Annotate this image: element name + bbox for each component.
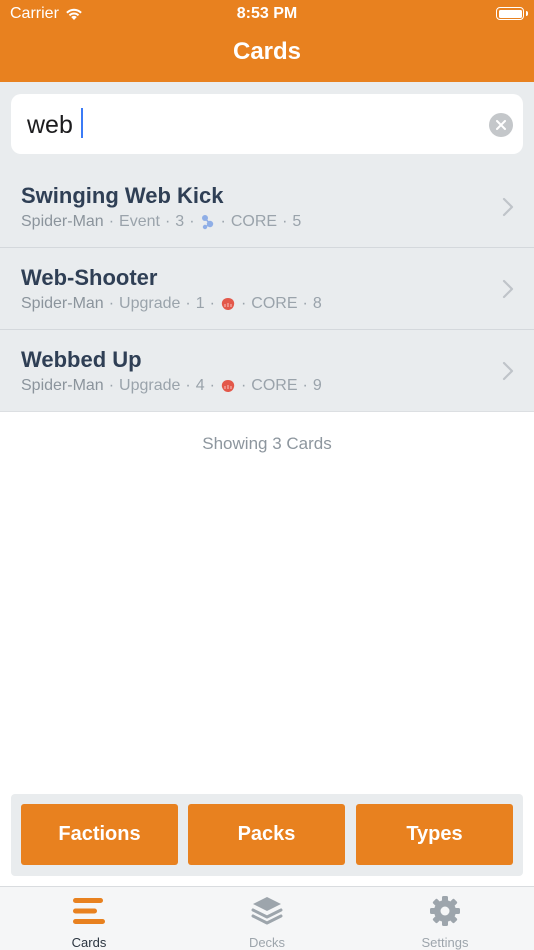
types-button[interactable]: Types [356,804,513,865]
page-title: Cards [232,38,302,65]
card-pack: CORE [251,377,298,394]
battery-icon [496,7,528,20]
card-pack: CORE [230,213,278,230]
factions-button[interactable]: Factions [21,804,178,865]
card-number: 9 [312,377,322,394]
card-row[interactable]: Webbed Up Spider-Man · Upgrade · 4 · · C… [0,330,534,412]
status-time: 8:53 PM [236,5,298,22]
card-cost: 4 [195,377,205,394]
cards-icon [71,895,107,927]
energy-icon [200,214,216,230]
tab-cards-label: Cards [71,935,107,950]
tab-cards[interactable]: Cards [0,887,178,950]
filter-bar: Factions Packs Types [11,794,523,876]
status-bar: Carrier 8:53 PM [0,0,534,28]
card-details: Spider-Man · Upgrade · 4 · · CORE · 9 [21,377,322,394]
tab-decks[interactable]: Decks [178,887,356,950]
tab-settings[interactable]: Settings [356,887,534,950]
card-row[interactable]: Web-Shooter Spider-Man · Upgrade · 1 · ·… [0,248,534,330]
text-cursor [81,108,83,138]
card-number: 5 [292,213,302,230]
tab-decks-label: Decks [248,935,286,950]
tab-bar: Cards Decks Settings [0,886,534,950]
card-pack: CORE [251,295,298,312]
card-hero: Spider-Man [21,213,104,230]
search-bar-container: web [0,82,534,166]
card-title: Webbed Up [21,347,142,372]
decks-icon [249,895,285,927]
card-number: 8 [312,295,322,312]
chevron-right-icon [502,361,514,381]
physical-icon [220,296,236,312]
results-count: Showing 3 Cards [202,434,332,453]
card-row[interactable]: Swinging Web Kick Spider-Man · Event · 3… [0,166,534,248]
physical-icon [220,378,236,394]
card-list: Swinging Web Kick Spider-Man · Event · 3… [0,166,534,412]
card-type: Event [119,213,160,230]
packs-button[interactable]: Packs [188,804,345,865]
card-details: Spider-Man · Event · 3 · · CORE · 5 [21,213,302,230]
card-title: Web-Shooter [21,265,158,290]
card-cost: 1 [195,295,205,312]
card-title: Swinging Web Kick [21,183,224,208]
card-cost: 3 [175,213,185,230]
card-hero: Spider-Man [21,295,104,312]
tab-settings-label: Settings [421,935,469,950]
close-icon [496,120,506,130]
search-input[interactable]: web [11,94,523,154]
card-type: Upgrade [119,377,181,394]
clear-search-button[interactable] [489,113,513,137]
search-input-value[interactable]: web [27,111,73,140]
card-details: Spider-Man · Upgrade · 1 · · CORE · 8 [21,295,322,312]
card-hero: Spider-Man [21,377,104,394]
chevron-right-icon [502,197,514,217]
chevron-right-icon [502,279,514,299]
card-type: Upgrade [119,295,181,312]
navigation-header: Carrier 8:53 PM Cards [0,0,534,82]
gear-icon [427,895,463,927]
